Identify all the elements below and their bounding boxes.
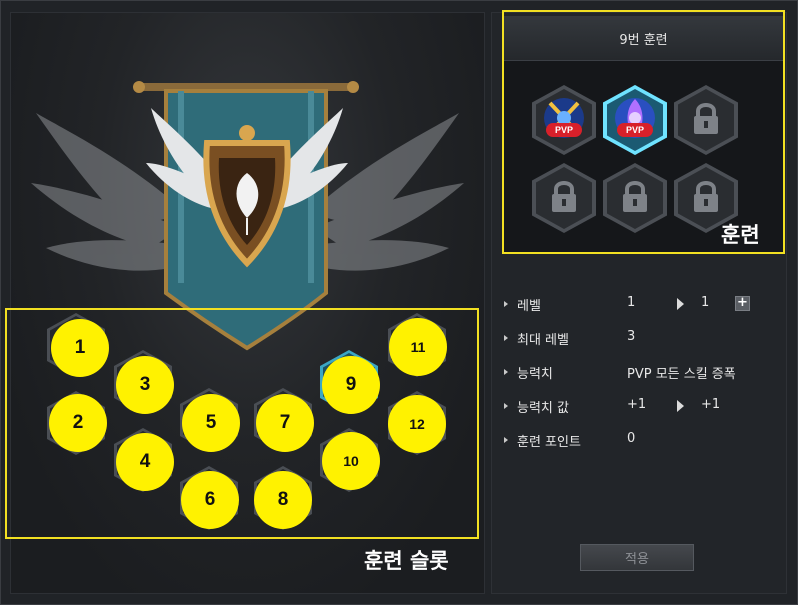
- training-caption: 훈련: [721, 223, 760, 247]
- bullet-icon: [504, 437, 508, 443]
- training-points-value: 0: [627, 431, 636, 446]
- arrow-right-icon: [677, 298, 684, 310]
- training-highlight: [502, 10, 785, 254]
- training-slot-7[interactable]: 7: [256, 394, 314, 452]
- training-slot-3[interactable]: 3: [116, 356, 174, 414]
- bullet-icon: [504, 369, 508, 375]
- stat-label: 훈련 포인트: [517, 435, 581, 450]
- stat-row-ability-value: 능력치 값 +1 +1: [504, 397, 784, 417]
- level-next: 1: [701, 295, 710, 310]
- training-slot-4[interactable]: 4: [116, 433, 174, 491]
- apply-button[interactable]: 적용: [580, 544, 694, 571]
- bullet-icon: [504, 403, 508, 409]
- ability-value: PVP 모든 스킬 증폭: [627, 367, 736, 382]
- training-slots-caption: 훈련 슬롯: [364, 549, 449, 573]
- training-slot-9[interactable]: 9: [322, 356, 380, 414]
- bullet-icon: [504, 301, 508, 307]
- training-slot-2[interactable]: 2: [49, 394, 107, 452]
- training-slot-6[interactable]: 6: [181, 471, 239, 529]
- arrow-right-icon: [677, 400, 684, 412]
- stat-row-training-points: 훈련 포인트 0: [504, 431, 784, 451]
- stat-label: 능력치 값: [517, 401, 569, 416]
- max-level-value: 3: [627, 329, 636, 344]
- ability-value-current: +1: [627, 397, 647, 412]
- stat-row-level: 레벨 1 1 +: [504, 295, 784, 315]
- stat-row-max-level: 최대 레벨 3: [504, 329, 784, 349]
- stat-label: 능력치: [517, 367, 553, 382]
- ability-value-next: +1: [701, 397, 721, 412]
- stat-label: 최대 레벨: [517, 333, 569, 348]
- stat-row-ability: 능력치 PVP 모든 스킬 증폭: [504, 363, 784, 383]
- level-up-button[interactable]: +: [735, 296, 750, 311]
- level-current: 1: [627, 295, 636, 310]
- training-slot-11[interactable]: 11: [389, 318, 447, 376]
- bullet-icon: [504, 335, 508, 341]
- training-slot-12[interactable]: 12: [388, 395, 446, 453]
- training-slot-5[interactable]: 5: [182, 394, 240, 452]
- training-slot-10[interactable]: 10: [322, 432, 380, 490]
- training-slot-8[interactable]: 8: [254, 471, 312, 529]
- stat-label: 레벨: [517, 299, 541, 314]
- training-slot-1[interactable]: 1: [51, 319, 109, 377]
